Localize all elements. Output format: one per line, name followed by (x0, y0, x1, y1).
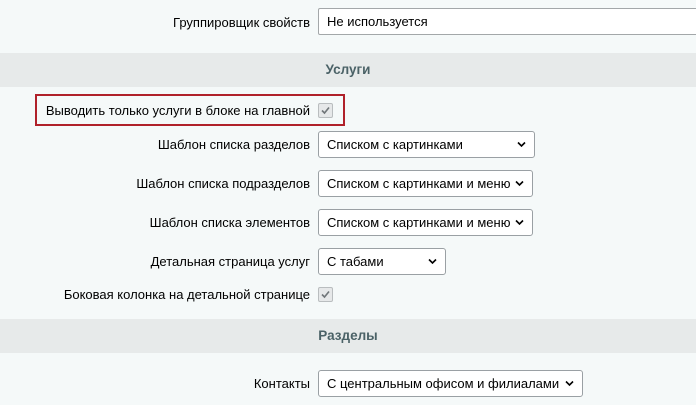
section-list-tpl-label: Шаблон списка разделов (157, 137, 310, 152)
side-column-checkbox[interactable] (318, 287, 333, 302)
section-header-services: Услуги (0, 53, 696, 87)
only-main-label: Выводить только услуги в блоке на главно… (45, 103, 310, 118)
subsection-list-tpl-value: Списком с картинками и меню (327, 176, 511, 191)
chevron-down-icon (428, 258, 437, 265)
chevron-down-icon (517, 141, 526, 148)
side-column-label: Боковая колонка на детальной странице (63, 287, 310, 302)
group-props-label: Группировщик свойств (173, 15, 310, 30)
subsection-list-tpl-label: Шаблон списка подразделов (136, 176, 310, 191)
element-list-tpl-select[interactable]: Списком с картинками и меню (318, 209, 533, 236)
detail-page-select[interactable]: С табами (318, 248, 446, 275)
section-header-sections: Разделы (0, 319, 696, 353)
group-props-input[interactable]: Не используется (318, 8, 696, 35)
contacts-value: С центральным офисом и филиалами (327, 376, 560, 391)
contacts-select[interactable]: С центральным офисом и филиалами (318, 370, 583, 397)
contacts-label: Контакты (253, 376, 310, 391)
check-icon (321, 106, 330, 115)
chevron-down-icon (515, 180, 524, 187)
element-list-tpl-label: Шаблон списка элементов (149, 215, 310, 230)
chevron-down-icon (515, 219, 524, 226)
element-list-tpl-value: Списком с картинками и меню (327, 215, 511, 230)
chevron-down-icon (565, 380, 574, 387)
detail-page-label: Детальная страница услуг (150, 254, 310, 269)
only-main-checkbox[interactable] (318, 103, 333, 118)
section-list-tpl-select[interactable]: Списком с картинками (318, 131, 535, 158)
check-icon (321, 290, 330, 299)
subsection-list-tpl-select[interactable]: Списком с картинками и меню (318, 170, 533, 197)
section-list-tpl-value: Списком с картинками (327, 137, 463, 152)
detail-page-value: С табами (327, 254, 384, 269)
